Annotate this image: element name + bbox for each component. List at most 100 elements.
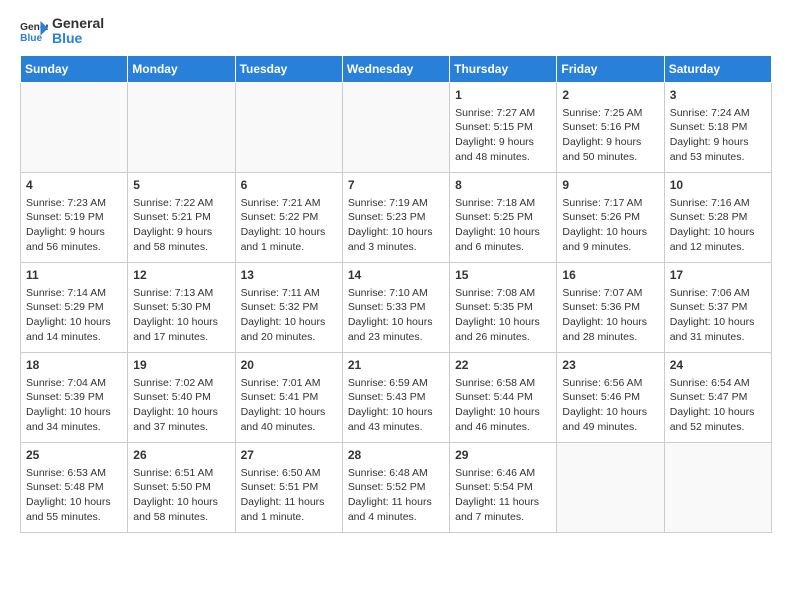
day-info: Sunrise: 7:10 AM Sunset: 5:33 PM Dayligh… xyxy=(348,286,444,345)
day-info: Sunrise: 7:13 AM Sunset: 5:30 PM Dayligh… xyxy=(133,286,229,345)
day-number: 25 xyxy=(26,447,122,464)
calendar-cell: 14 Sunrise: 7:10 AM Sunset: 5:33 PM Dayli… xyxy=(342,262,449,352)
calendar-cell: 15 Sunrise: 7:08 AM Sunset: 5:35 PM Dayli… xyxy=(450,262,557,352)
calendar-cell: 23 Sunrise: 6:56 AM Sunset: 5:46 PM Dayli… xyxy=(557,352,664,442)
day-info: Sunrise: 7:19 AM Sunset: 5:23 PM Dayligh… xyxy=(348,196,444,255)
svg-text:Blue: Blue xyxy=(20,34,42,44)
calendar-cell: 9 Sunrise: 7:17 AM Sunset: 5:26 PM Daylig… xyxy=(557,172,664,262)
calendar-cell: 10 Sunrise: 7:16 AM Sunset: 5:28 PM Dayli… xyxy=(664,172,771,262)
calendar-cell: 27Sunrise: 6:50 AM Sunset: 5:51 PM Dayli… xyxy=(235,442,342,532)
calendar-cell: 11Sunrise: 7:14 AM Sunset: 5:29 PM Dayli… xyxy=(21,262,128,352)
calendar-table: SundayMondayTuesdayWednesdayThursdayFrid… xyxy=(20,55,772,533)
calendar-week-row: 1 Sunrise: 7:27 AM Sunset: 5:15 PM Daylig… xyxy=(21,82,772,172)
day-number: 20 xyxy=(241,357,337,374)
day-info: Sunrise: 7:08 AM Sunset: 5:35 PM Dayligh… xyxy=(455,286,551,345)
day-info: Sunrise: 6:56 AM Sunset: 5:46 PM Dayligh… xyxy=(562,376,658,435)
calendar-cell: 5 Sunrise: 7:22 AM Sunset: 5:21 PM Daylig… xyxy=(128,172,235,262)
weekday-header-wednesday: Wednesday xyxy=(342,55,449,82)
calendar-cell xyxy=(557,442,664,532)
calendar-cell: 12 Sunrise: 7:13 AM Sunset: 5:30 PM Dayli… xyxy=(128,262,235,352)
day-number: 18 xyxy=(26,357,122,374)
day-info: Sunrise: 7:22 AM Sunset: 5:21 PM Dayligh… xyxy=(133,196,229,255)
calendar-cell: 26Sunrise: 6:51 AM Sunset: 5:50 PM Dayli… xyxy=(128,442,235,532)
day-info: Sunrise: 7:07 AM Sunset: 5:36 PM Dayligh… xyxy=(562,286,658,345)
calendar-cell: 24 Sunrise: 6:54 AM Sunset: 5:47 PM Dayli… xyxy=(664,352,771,442)
day-number: 23 xyxy=(562,357,658,374)
calendar-cell: 19Sunrise: 7:02 AM Sunset: 5:40 PM Dayli… xyxy=(128,352,235,442)
logo: General Blue General Blue xyxy=(20,16,104,47)
calendar-cell xyxy=(342,82,449,172)
weekday-header-saturday: Saturday xyxy=(664,55,771,82)
calendar-cell: 4 Sunrise: 7:23 AM Sunset: 5:19 PM Daylig… xyxy=(21,172,128,262)
day-number: 27 xyxy=(241,447,337,464)
day-info: Sunrise: 7:27 AM Sunset: 5:15 PM Dayligh… xyxy=(455,106,551,165)
calendar-cell: 25 Sunrise: 6:53 AM Sunset: 5:48 PM Dayli… xyxy=(21,442,128,532)
calendar-cell: 13 Sunrise: 7:11 AM Sunset: 5:32 PM Dayli… xyxy=(235,262,342,352)
day-info: Sunrise: 6:53 AM Sunset: 5:48 PM Dayligh… xyxy=(26,466,122,525)
day-info: Sunrise: 6:58 AM Sunset: 5:44 PM Dayligh… xyxy=(455,376,551,435)
day-number: 2 xyxy=(562,87,658,104)
day-info: Sunrise: 7:21 AM Sunset: 5:22 PM Dayligh… xyxy=(241,196,337,255)
day-number: 17 xyxy=(670,267,766,284)
calendar-cell xyxy=(664,442,771,532)
day-number: 22 xyxy=(455,357,551,374)
day-number: 10 xyxy=(670,177,766,194)
calendar-week-row: 25 Sunrise: 6:53 AM Sunset: 5:48 PM Dayli… xyxy=(21,442,772,532)
weekday-header-sunday: Sunday xyxy=(21,55,128,82)
calendar-cell: 21 Sunrise: 6:59 AM Sunset: 5:43 PM Dayli… xyxy=(342,352,449,442)
day-info: Sunrise: 7:06 AM Sunset: 5:37 PM Dayligh… xyxy=(670,286,766,345)
day-number: 16 xyxy=(562,267,658,284)
day-number: 4 xyxy=(26,177,122,194)
calendar-cell: 20 Sunrise: 7:01 AM Sunset: 5:41 PM Dayli… xyxy=(235,352,342,442)
page-header: General Blue General Blue xyxy=(20,16,772,47)
day-info: Sunrise: 7:11 AM Sunset: 5:32 PM Dayligh… xyxy=(241,286,337,345)
day-number: 7 xyxy=(348,177,444,194)
day-info: Sunrise: 6:59 AM Sunset: 5:43 PM Dayligh… xyxy=(348,376,444,435)
calendar-cell xyxy=(21,82,128,172)
day-info: Sunrise: 7:04 AM Sunset: 5:39 PM Dayligh… xyxy=(26,376,122,435)
logo-icon: General Blue xyxy=(20,19,48,43)
calendar-cell: 2Sunrise: 7:25 AM Sunset: 5:16 PM Daylig… xyxy=(557,82,664,172)
weekday-header-thursday: Thursday xyxy=(450,55,557,82)
weekday-header-tuesday: Tuesday xyxy=(235,55,342,82)
calendar-cell: 8Sunrise: 7:18 AM Sunset: 5:25 PM Daylig… xyxy=(450,172,557,262)
calendar-week-row: 18 Sunrise: 7:04 AM Sunset: 5:39 PM Dayli… xyxy=(21,352,772,442)
day-info: Sunrise: 7:18 AM Sunset: 5:25 PM Dayligh… xyxy=(455,196,551,255)
day-number: 12 xyxy=(133,267,229,284)
day-number: 26 xyxy=(133,447,229,464)
day-number: 15 xyxy=(455,267,551,284)
calendar-cell xyxy=(128,82,235,172)
calendar-cell xyxy=(235,82,342,172)
day-info: Sunrise: 7:17 AM Sunset: 5:26 PM Dayligh… xyxy=(562,196,658,255)
day-number: 1 xyxy=(455,87,551,104)
calendar-cell: 22 Sunrise: 6:58 AM Sunset: 5:44 PM Dayli… xyxy=(450,352,557,442)
logo-text: General Blue xyxy=(52,16,104,47)
day-number: 24 xyxy=(670,357,766,374)
day-number: 21 xyxy=(348,357,444,374)
day-info: Sunrise: 7:24 AM Sunset: 5:18 PM Dayligh… xyxy=(670,106,766,165)
day-info: Sunrise: 7:01 AM Sunset: 5:41 PM Dayligh… xyxy=(241,376,337,435)
day-number: 13 xyxy=(241,267,337,284)
calendar-cell: 3 Sunrise: 7:24 AM Sunset: 5:18 PM Daylig… xyxy=(664,82,771,172)
day-info: Sunrise: 7:23 AM Sunset: 5:19 PM Dayligh… xyxy=(26,196,122,255)
day-number: 3 xyxy=(670,87,766,104)
day-info: Sunrise: 6:46 AM Sunset: 5:54 PM Dayligh… xyxy=(455,466,551,525)
calendar-cell: 7 Sunrise: 7:19 AM Sunset: 5:23 PM Daylig… xyxy=(342,172,449,262)
day-number: 9 xyxy=(562,177,658,194)
calendar-header-row: SundayMondayTuesdayWednesdayThursdayFrid… xyxy=(21,55,772,82)
calendar-cell: 18 Sunrise: 7:04 AM Sunset: 5:39 PM Dayli… xyxy=(21,352,128,442)
day-info: Sunrise: 7:16 AM Sunset: 5:28 PM Dayligh… xyxy=(670,196,766,255)
calendar-cell: 28Sunrise: 6:48 AM Sunset: 5:52 PM Dayli… xyxy=(342,442,449,532)
calendar-cell: 17 Sunrise: 7:06 AM Sunset: 5:37 PM Dayli… xyxy=(664,262,771,352)
day-number: 11 xyxy=(26,267,122,284)
calendar-week-row: 4 Sunrise: 7:23 AM Sunset: 5:19 PM Daylig… xyxy=(21,172,772,262)
calendar-cell: 6Sunrise: 7:21 AM Sunset: 5:22 PM Daylig… xyxy=(235,172,342,262)
day-number: 14 xyxy=(348,267,444,284)
day-number: 28 xyxy=(348,447,444,464)
day-info: Sunrise: 7:02 AM Sunset: 5:40 PM Dayligh… xyxy=(133,376,229,435)
weekday-header-monday: Monday xyxy=(128,55,235,82)
calendar-week-row: 11Sunrise: 7:14 AM Sunset: 5:29 PM Dayli… xyxy=(21,262,772,352)
weekday-header-friday: Friday xyxy=(557,55,664,82)
day-info: Sunrise: 6:54 AM Sunset: 5:47 PM Dayligh… xyxy=(670,376,766,435)
day-number: 5 xyxy=(133,177,229,194)
